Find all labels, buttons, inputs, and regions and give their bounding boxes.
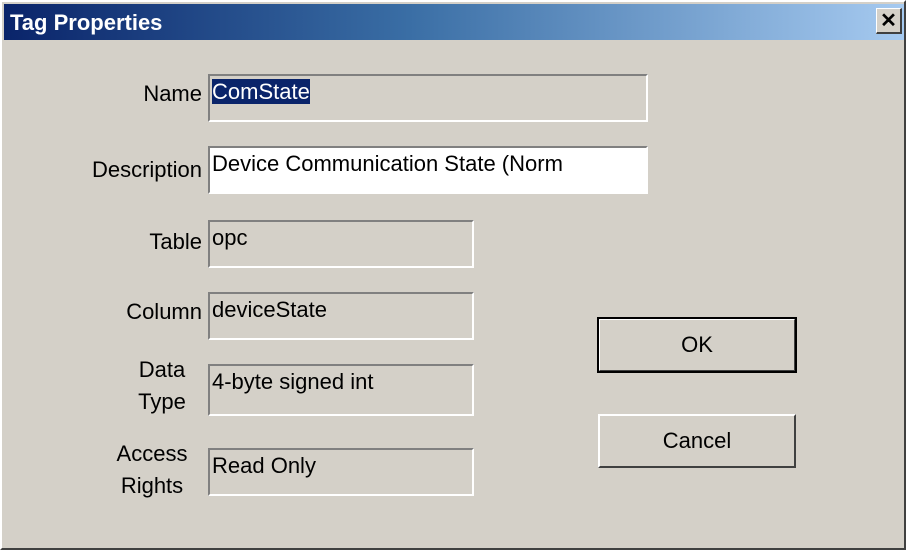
access-rights-field[interactable]: Read Only: [208, 448, 474, 496]
data-type-field[interactable]: 4-byte signed int: [208, 364, 474, 416]
column-label: Column: [126, 299, 202, 324]
table-label: Table: [149, 229, 202, 254]
description-label: Description: [91, 157, 202, 182]
access-rights-value: Read Only: [212, 453, 316, 478]
name-value: ComState: [212, 79, 310, 104]
column-value: deviceState: [212, 297, 327, 322]
description-field[interactable]: Device Communication State (Norm: [208, 146, 648, 194]
ok-button[interactable]: OK: [597, 317, 797, 373]
close-icon: ✕: [880, 9, 897, 32]
column-field[interactable]: deviceState: [208, 292, 474, 340]
access-rights-label-line2: Rights: [120, 473, 184, 498]
table-value: opc: [212, 225, 248, 250]
tag-properties-dialog: Tag Properties ✕ Name ComState Descripti…: [0, 0, 906, 550]
description-value: Device Communication State (Norm: [212, 151, 563, 176]
table-field[interactable]: opc: [208, 220, 474, 268]
title-bar[interactable]: Tag Properties ✕: [4, 4, 904, 40]
data-type-label-line2: Type: [138, 389, 186, 414]
cancel-button[interactable]: Cancel: [598, 414, 796, 468]
access-rights-label-line1: Access: [116, 441, 188, 466]
name-label: Name: [143, 81, 202, 106]
name-field[interactable]: ComState: [208, 74, 648, 122]
data-type-value: 4-byte signed int: [212, 369, 374, 394]
close-button[interactable]: ✕: [876, 8, 902, 34]
window-title: Tag Properties: [10, 10, 163, 35]
data-type-label-line1: Data: [138, 357, 186, 382]
